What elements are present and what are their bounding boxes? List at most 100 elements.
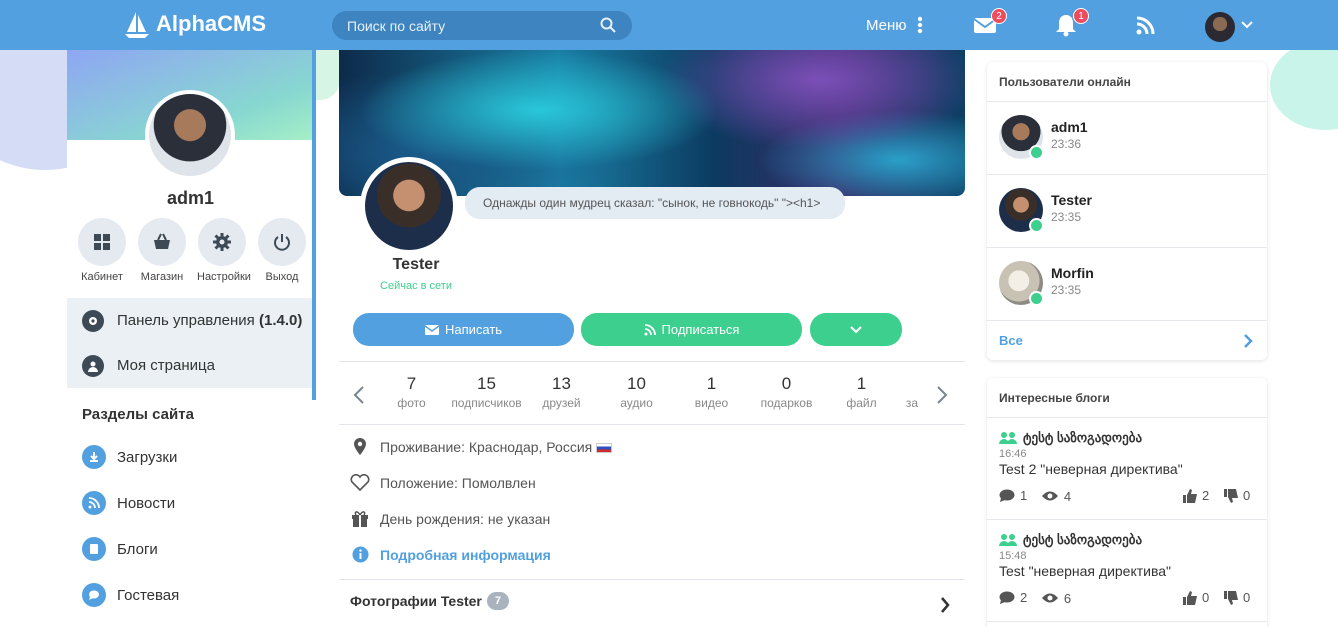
cabinet-label: Кабинет	[81, 271, 123, 283]
chevron-right-icon[interactable]	[936, 386, 948, 404]
stat-value: 7	[406, 374, 417, 393]
stat-video[interactable]: 1 видео	[674, 374, 749, 410]
logout-button[interactable]: Выход	[257, 218, 307, 283]
online-user-row[interactable]: adm1 23:36	[987, 102, 1267, 175]
stat-photos[interactable]: 7 фото	[374, 374, 449, 410]
divider	[339, 424, 965, 425]
nav-guestbook[interactable]: Гостевая	[82, 572, 179, 618]
photos-section-header[interactable]: Фотографии Tester 7	[350, 592, 510, 610]
user-stats: 7 фото 15 подписчиков 13 друзей 10 аудио 1 ви…	[339, 362, 965, 424]
online-user-row[interactable]: Morfin 23:35	[987, 248, 1267, 321]
write-message-button[interactable]: Написать	[353, 313, 574, 346]
blog-item[interactable]: ტესტ საზოგადოება 16:46 Test 2 "неверная …	[987, 418, 1267, 520]
all-users-label: Все	[999, 333, 1023, 348]
subscribe-button[interactable]: Подписаться	[581, 313, 802, 346]
more-info-label: Подробная информация	[380, 546, 551, 563]
thumbs-up-icon	[1183, 488, 1197, 503]
search-icon[interactable]	[600, 17, 616, 33]
stat-friends[interactable]: 13 друзей	[524, 374, 599, 410]
search-input[interactable]: Поиск по сайту	[332, 11, 632, 40]
thumbs-up-icon	[1183, 590, 1197, 605]
online-user-name: Tester	[1051, 192, 1092, 208]
users-icon	[999, 534, 1017, 546]
views-count: 6	[1041, 591, 1071, 606]
stat-label: аудио	[620, 396, 653, 410]
users-icon	[999, 432, 1017, 444]
sections-title: Разделы сайта	[82, 406, 194, 423]
dislike-button[interactable]: 0	[1224, 590, 1250, 605]
chevron-left-icon[interactable]	[353, 386, 365, 404]
online-status: Сейчас в сети	[380, 280, 452, 292]
user-icon	[88, 361, 98, 372]
stat-label: друзей	[542, 396, 581, 410]
settings-button[interactable]: Настройки	[197, 218, 251, 283]
user-avatar-large[interactable]	[360, 157, 458, 255]
chevron-down-icon	[850, 325, 862, 333]
user-avatar[interactable]	[1205, 12, 1235, 42]
stat-cut: за	[899, 374, 925, 410]
download-icon	[90, 452, 98, 462]
cabinet-button[interactable]: Кабинет	[77, 218, 127, 283]
online-user-time: 23:35	[1051, 283, 1082, 297]
online-users-card: Пользователи онлайн adm1 23:36 Tester 23…	[987, 62, 1267, 360]
stat-gifts[interactable]: 0 подарков	[749, 374, 824, 410]
write-message-label: Написать	[444, 322, 503, 337]
online-user-row[interactable]: Tester 23:35	[987, 175, 1267, 248]
user-status-quote: Однажды один мудрец сказал: "сынок, не г…	[465, 187, 845, 219]
stat-subscribers[interactable]: 15 подписчиков	[449, 374, 524, 410]
photos-count-badge: 7	[486, 592, 510, 610]
comments-count: 1	[999, 488, 1027, 503]
blog-time: 15:48	[999, 550, 1027, 562]
stat-label: подарков	[760, 396, 813, 410]
thumbs-down-icon	[1224, 488, 1238, 503]
grid-icon	[94, 234, 110, 250]
stat-value: 15	[477, 374, 496, 393]
logo[interactable]: AlphaCMS	[124, 10, 266, 38]
rss-button[interactable]	[1136, 15, 1162, 41]
profile-avatar[interactable]	[145, 90, 235, 180]
blog-item[interactable]: ტესტ საზოგადოება 15:48 Test "неверная ди…	[987, 520, 1267, 622]
rss-icon	[88, 497, 100, 509]
my-page-link[interactable]: Моя страница	[67, 343, 312, 388]
shop-button[interactable]: Магазин	[137, 218, 187, 283]
nav-blogs[interactable]: Блоги	[82, 526, 179, 572]
kebab-icon	[917, 16, 922, 34]
photos-title: Фотографии Tester	[350, 593, 482, 609]
user-name: Tester	[392, 256, 440, 273]
left-sidebar: adm1 Кабинет Магазин Настройки Выход Пан…	[67, 50, 316, 627]
logout-label: Выход	[265, 271, 299, 283]
stat-files[interactable]: 1 файл	[824, 374, 899, 410]
rss-icon	[1136, 16, 1155, 35]
profile-name[interactable]: adm1	[67, 188, 314, 209]
online-indicator-icon	[1029, 291, 1044, 306]
blog-author: ტესტ საზოგადოება	[1023, 532, 1143, 547]
stat-value: 13	[552, 374, 571, 393]
my-page-label: Моя страница	[117, 357, 215, 374]
stat-value: 1	[706, 374, 717, 393]
dislike-button[interactable]: 0	[1224, 488, 1250, 503]
more-actions-button[interactable]	[810, 313, 902, 346]
mail-button[interactable]: 2	[973, 8, 1007, 39]
russia-flag-icon	[596, 442, 613, 453]
chevron-right-icon[interactable]	[940, 597, 950, 613]
stat-value: 1	[856, 374, 867, 393]
residence-row: Проживание: Краснодар, Россия	[350, 438, 613, 455]
online-user-name: adm1	[1051, 119, 1088, 135]
stat-audio[interactable]: 10 аудио	[599, 374, 674, 410]
search-placeholder: Поиск по сайту	[347, 18, 446, 34]
nav-downloads[interactable]: Загрузки	[82, 434, 179, 480]
admin-panel-link[interactable]: Панель управления (1.4.0)	[67, 298, 312, 343]
like-button[interactable]: 0	[1183, 590, 1209, 605]
online-user-time: 23:36	[1051, 137, 1082, 151]
online-indicator-icon	[1029, 145, 1044, 160]
notifications-button[interactable]: 1	[1055, 8, 1089, 39]
nav-guestbook-label: Гостевая	[117, 586, 180, 604]
chevron-down-icon[interactable]	[1240, 18, 1254, 32]
rss-icon	[644, 323, 656, 335]
more-info-link[interactable]: Подробная информация	[350, 546, 551, 563]
nav-news[interactable]: Новости	[82, 480, 179, 526]
all-users-link[interactable]: Все	[987, 321, 1267, 361]
version-label: (1.4.0)	[258, 312, 303, 329]
menu-button[interactable]: Меню	[866, 16, 923, 34]
like-button[interactable]: 2	[1183, 488, 1209, 503]
